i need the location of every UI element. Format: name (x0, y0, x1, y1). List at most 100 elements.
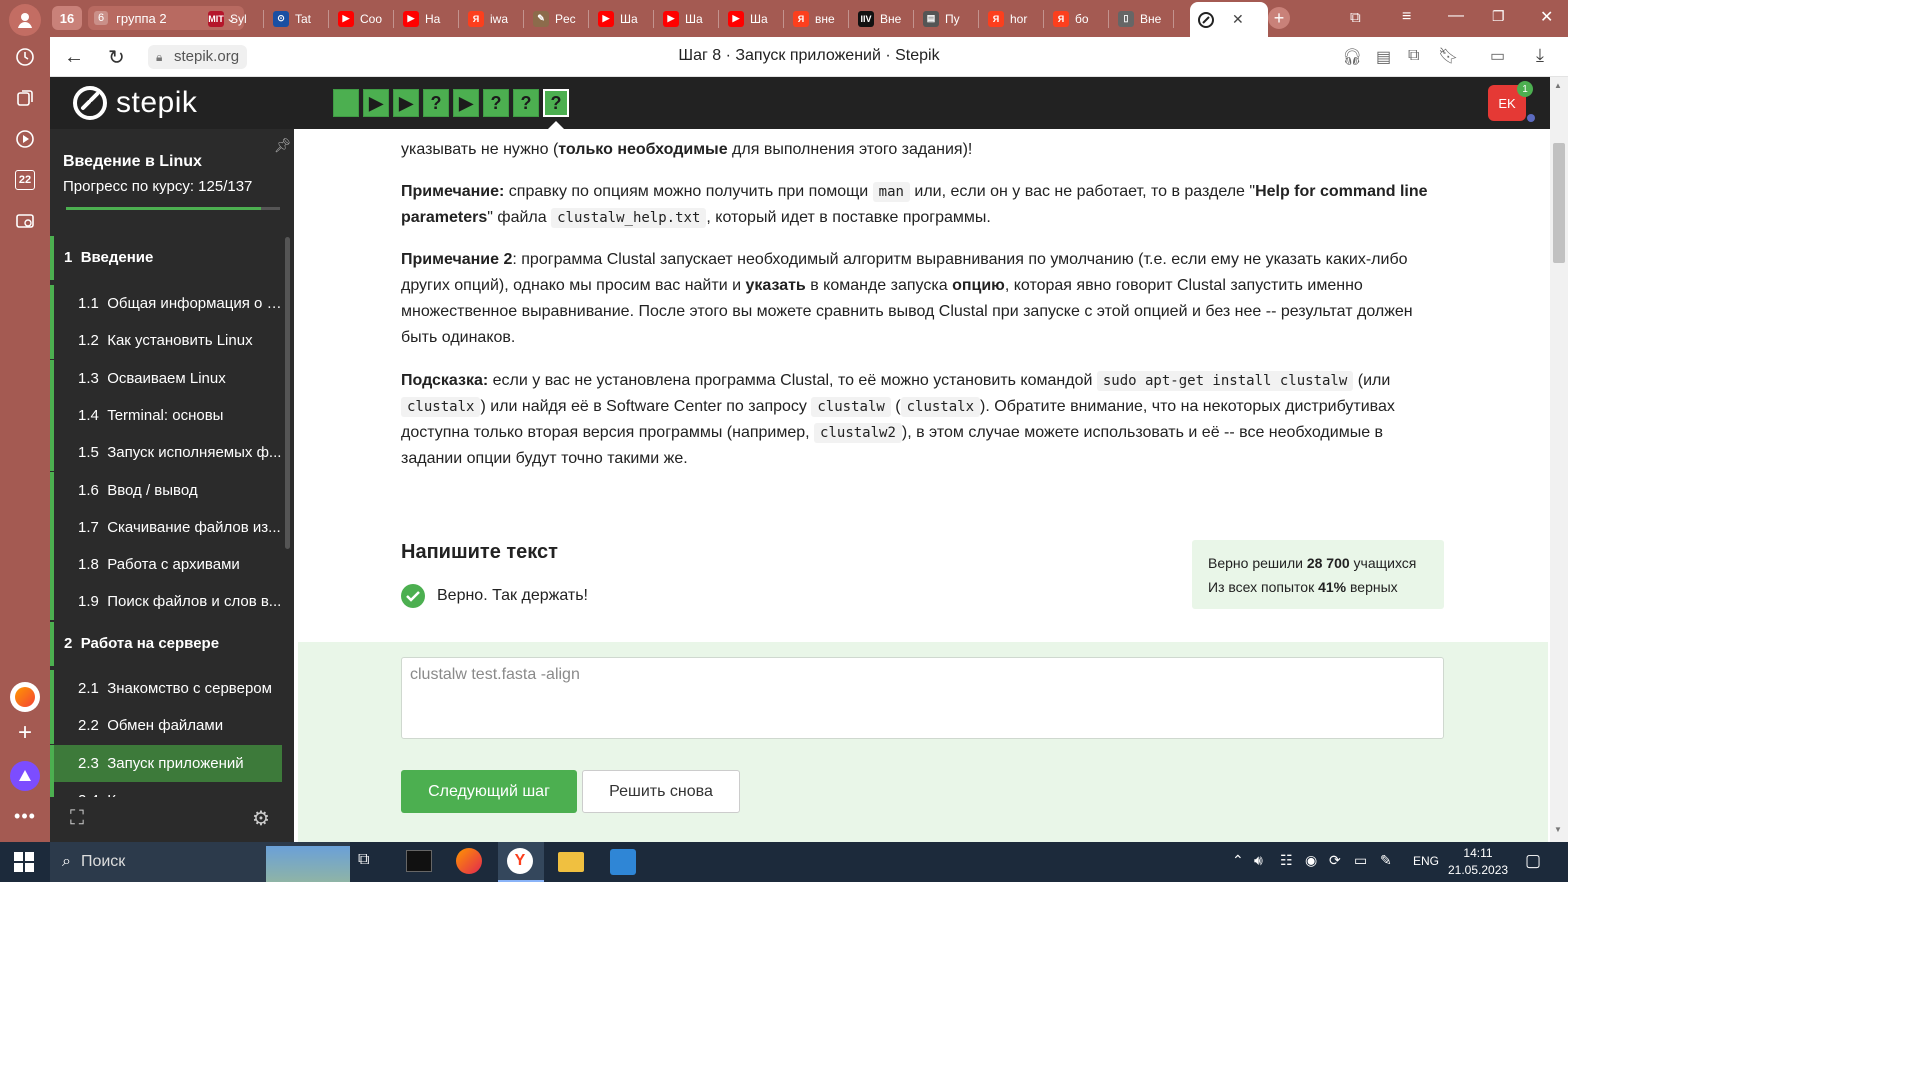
page-scrollbar[interactable]: ▲ ▼ (1550, 77, 1568, 842)
sidebar-lesson[interactable]: 1.5 Запуск исполняемых ф... (50, 434, 282, 472)
more-icon[interactable]: ••• (9, 800, 41, 832)
tab-item[interactable]: IIV Вне (850, 4, 911, 33)
tab-stepik-active[interactable]: ✕ (1190, 2, 1268, 37)
course-title[interactable]: Введение в Linux (63, 153, 202, 171)
collections-toolbar-icon[interactable]: ▭ (1490, 46, 1505, 66)
download-icon[interactable]: ⤓ (1536, 45, 1544, 66)
stepik-logo-icon (73, 86, 107, 120)
sidebar-lesson[interactable]: 1.3 Осваиваем Linux (50, 359, 282, 397)
screenshot-icon[interactable] (9, 205, 41, 237)
sidebar-lesson[interactable]: 1.9 Поиск файлов и слов в... (50, 583, 282, 621)
sidebar-lesson[interactable]: 2.1 Знакомство с сервером (50, 670, 282, 707)
sidebar-lesson[interactable]: 1.7 Скачивание файлов из... (50, 508, 282, 546)
new-tab-button[interactable]: + (1268, 7, 1290, 29)
step-quiz[interactable]: ? (423, 89, 449, 117)
collections-icon[interactable] (9, 82, 41, 114)
language-indicator[interactable]: ENG (1413, 854, 1439, 868)
scroll-down-icon[interactable]: ▼ (1554, 825, 1562, 834)
step-quiz[interactable]: ? (483, 89, 509, 117)
reader-icon[interactable]: ▤ (1376, 47, 1391, 67)
clock[interactable]: 14:11 21.05.2023 (1448, 845, 1508, 879)
alice-icon[interactable] (10, 761, 40, 791)
task-view-icon[interactable]: ⧉ (358, 851, 369, 869)
retry-button[interactable]: Решить снова (582, 770, 740, 813)
sidebar-lesson[interactable]: 1.2 Как установить Linux (50, 322, 282, 360)
tab-count-badge[interactable]: 16 (52, 6, 82, 30)
step-video[interactable]: ▶ (393, 89, 419, 117)
module-2[interactable]: 2 Работа на сервере (50, 622, 282, 666)
settings-gear-icon[interactable]: ⚙ (252, 806, 270, 831)
tab-separator (783, 10, 784, 28)
tab-item[interactable]: ⊙ Tat (265, 4, 326, 33)
pen-icon[interactable]: ✎ (1380, 852, 1392, 869)
profile-icon[interactable] (9, 4, 41, 36)
tab-item[interactable]: ▤ Пу (915, 4, 976, 33)
tab-item[interactable]: Яhor (980, 4, 1041, 33)
fullscreen-icon[interactable]: ⛶ (70, 807, 84, 830)
firefox-icon[interactable] (456, 848, 482, 874)
close-tab-icon[interactable]: ✕ (1232, 11, 1244, 28)
yandex-market-icon[interactable] (10, 682, 40, 712)
menu-icon[interactable]: ≡ (1402, 8, 1411, 26)
windows-start-icon[interactable] (14, 852, 34, 877)
close-window-icon[interactable]: ✕ (1540, 7, 1553, 27)
terminal-app-icon[interactable] (406, 850, 432, 872)
notifications-icon[interactable]: ▢ (1525, 851, 1541, 871)
update-icon[interactable]: ⟳ (1329, 852, 1341, 869)
sidebar-lesson[interactable]: 1.4 Terminal: основы (50, 396, 282, 434)
headphones-icon[interactable]: 🎧︎ (1342, 47, 1362, 67)
sidebar-lesson[interactable]: 1.1 Общая информация о к... (50, 285, 282, 322)
sidebar-lesson[interactable]: 1.8 Работа с архивами (50, 546, 282, 584)
tab-item[interactable]: ▯ Вне (1110, 4, 1171, 33)
app-icon[interactable] (610, 849, 636, 875)
stepik-logo[interactable]: stepik (72, 85, 197, 121)
tab-item[interactable]: ▶ Ша (720, 4, 781, 33)
sidebar-lesson[interactable]: 2.3 Запуск приложений (50, 744, 282, 782)
tab-item[interactable]: ▶ Coo (330, 4, 391, 33)
step-quiz[interactable]: ? (513, 89, 539, 117)
answer-textarea[interactable]: clustalw test.fasta -align (401, 657, 1444, 739)
youtube-icon: ▶ (338, 10, 354, 27)
tray-chevron-up-icon[interactable]: ⌃ (1232, 852, 1244, 869)
course-sidebar: 📌︎ Введение в Linux Прогресс по курсу: 1… (50, 129, 294, 842)
tab-item[interactable]: ▶ Ha (395, 4, 456, 33)
restore-icon[interactable]: ❐ (1492, 8, 1505, 25)
tab-item[interactable]: ▶ Ша (655, 4, 716, 33)
step-video[interactable]: ▶ (363, 89, 389, 117)
calendar-icon[interactable]: 22 (9, 164, 41, 196)
sidebar-lesson[interactable]: 2.2 Обмен файлами (50, 707, 282, 745)
network-icon[interactable]: ◉ (1305, 852, 1317, 869)
next-step-button[interactable]: Следующий шаг (401, 770, 577, 813)
yandex-icon: Я (468, 10, 484, 27)
history-icon[interactable] (9, 41, 41, 73)
tray-app-icon[interactable]: ☷ (1280, 852, 1293, 869)
lesson-number: 1.9 (78, 593, 99, 611)
sidebar-lesson[interactable]: 1.6 Ввод / вывод (50, 471, 282, 509)
bookmark-icon[interactable]: 🔖︎ (1438, 46, 1458, 66)
tab-item[interactable]: Явне (785, 4, 846, 33)
tab-item[interactable]: Ябо (1045, 4, 1106, 33)
video-icon[interactable] (9, 123, 41, 155)
step-video[interactable]: ▶ (453, 89, 479, 117)
taskbar-search[interactable]: ⌕ Поиск (50, 842, 350, 882)
battery-icon[interactable]: ▭ (1354, 852, 1367, 869)
tab-item[interactable]: MIT Syl (200, 4, 261, 33)
scroll-thumb[interactable] (1553, 143, 1565, 263)
scroll-up-icon[interactable]: ▲ (1554, 81, 1562, 90)
step-quiz[interactable]: ? (543, 89, 569, 117)
tab-item[interactable]: ▶ Ша (590, 4, 651, 33)
yandex-browser-app[interactable]: Y (498, 842, 544, 882)
module-1[interactable]: 1 Введение (50, 236, 282, 280)
lesson-title: Запуск приложений (107, 754, 244, 772)
sidebar-scrollbar[interactable] (285, 237, 290, 549)
tab-item[interactable]: Яiwa (460, 4, 521, 33)
add-icon[interactable]: + (9, 717, 41, 749)
tab-item[interactable]: ✎ Pec (525, 4, 586, 33)
minimize-icon[interactable]: — (1448, 7, 1464, 25)
volume-icon[interactable]: 🔊︎ (1254, 852, 1263, 869)
pin-icon[interactable]: 📌︎ (274, 137, 292, 154)
file-explorer-icon[interactable] (558, 852, 584, 872)
step-done[interactable] (333, 89, 359, 117)
tabs-overview-icon[interactable]: ⧉ (1350, 9, 1361, 26)
extensions-icon[interactable]: ⧉ (1408, 47, 1419, 65)
